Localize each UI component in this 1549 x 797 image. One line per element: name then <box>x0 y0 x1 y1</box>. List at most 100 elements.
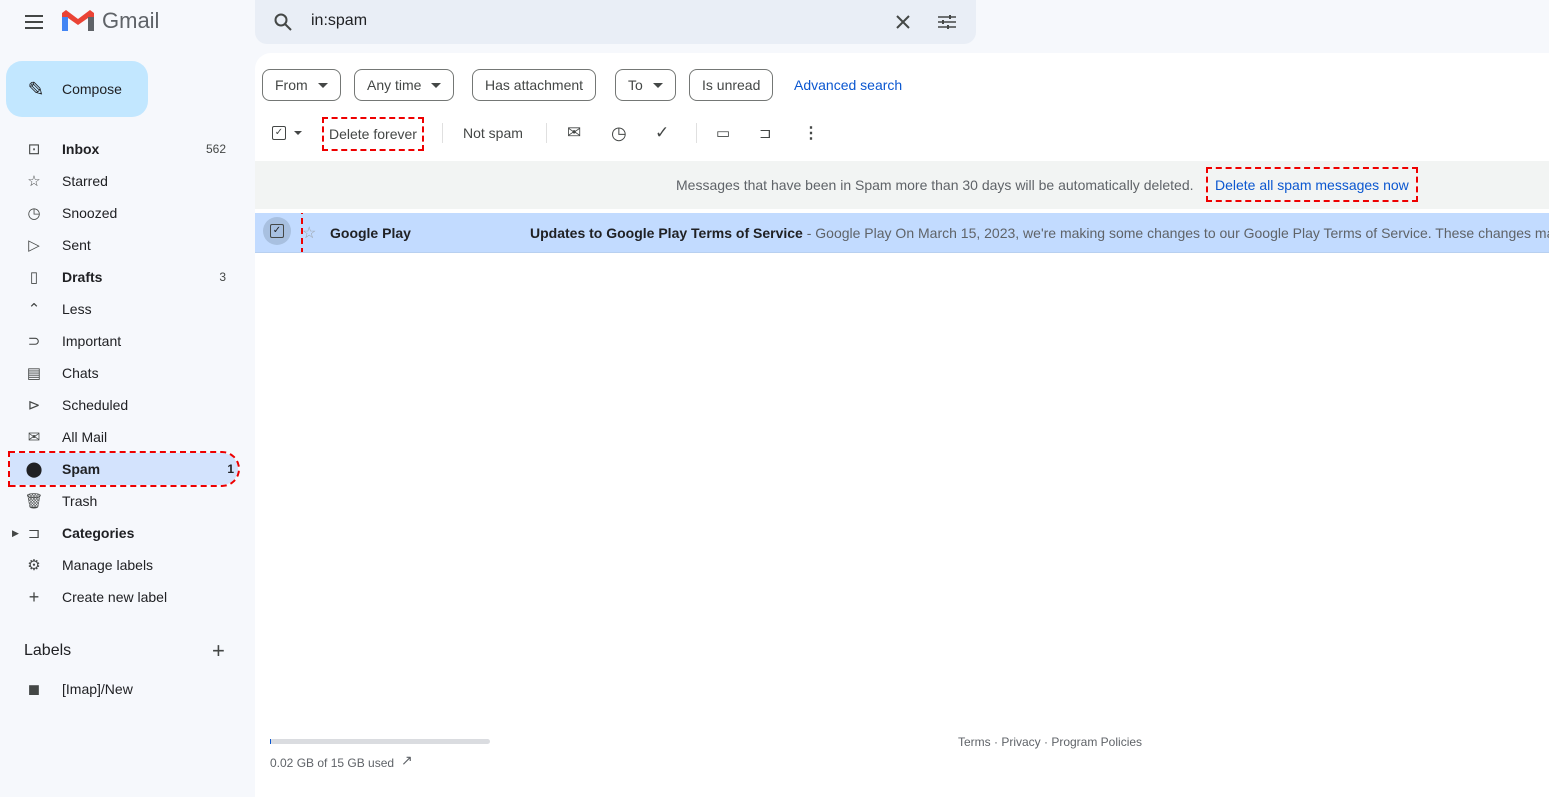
sidebar-item-trash[interactable]: 🗑 Trash <box>10 485 238 517</box>
expand-arrow-icon[interactable]: ▶ <box>12 528 19 539</box>
label-as-icon[interactable]: ⊐ <box>759 121 772 145</box>
label: Inbox <box>62 141 100 157</box>
email-row[interactable]: ✓ ☆ Google Play Updates to Google Play T… <box>255 213 1549 253</box>
count: 562 <box>205 142 226 156</box>
gear-icon: ⚙ <box>27 557 41 574</box>
spam-icon: ⬤ <box>25 461 43 478</box>
storage-text: 0.02 GB of 15 GB used <box>270 756 395 770</box>
sidebar-item-less[interactable]: ⌃ Less <box>10 293 238 325</box>
sidebar-item-all-mail[interactable]: ✉ All Mail <box>10 421 238 453</box>
pencil-icon: ✎ <box>27 78 45 101</box>
add-label-icon[interactable]: + <box>212 638 225 664</box>
email-snippet: - Google Play On March 15, 2023, we're m… <box>802 225 1549 241</box>
label: Less <box>62 301 92 317</box>
label: Starred <box>62 173 108 189</box>
label: To <box>628 77 643 93</box>
sidebar-item-chats[interactable]: ▤ Chats <box>10 357 238 389</box>
delete-all-spam-link[interactable]: Delete all spam messages now <box>1206 167 1418 202</box>
star-icon[interactable]: ☆ <box>302 223 316 243</box>
mark-as-read-icon[interactable]: ✉ <box>567 121 581 145</box>
chat-icon: ▤ <box>26 365 42 382</box>
star-icon: ☆ <box>27 173 41 190</box>
sidebar-item-create-label[interactable]: + Create new label <box>10 581 238 613</box>
toolbar-divider <box>546 123 547 143</box>
open-storage-icon[interactable]: ↗ <box>401 752 413 769</box>
all-mail-icon: ✉ <box>27 429 41 446</box>
compose-button[interactable]: ✎ Compose <box>6 61 148 117</box>
toolbar-divider <box>696 123 697 143</box>
advanced-search-link[interactable]: Advanced search <box>794 77 902 93</box>
sidebar-item-inbox[interactable]: ⊡ Inbox 562 <box>10 133 238 165</box>
filter-to[interactable]: To <box>615 69 676 101</box>
storage-bar-fill <box>270 739 271 744</box>
sidebar-item-categories[interactable]: ▶ ⊐ Categories <box>10 517 238 549</box>
sidebar-item-drafts[interactable]: ▯ Drafts 3 <box>10 261 238 293</box>
search-icon[interactable] <box>271 10 295 34</box>
filter-any-time[interactable]: Any time <box>354 69 455 101</box>
filter-has-attachment[interactable]: Has attachment <box>472 69 597 101</box>
sidebar-item-spam[interactable]: ⬤ Spam 1 <box>8 451 240 487</box>
plus-icon: + <box>28 586 40 607</box>
gmail-logo-icon <box>62 10 94 31</box>
send-icon: ▷ <box>28 237 40 254</box>
label: Trash <box>62 493 98 509</box>
scheduled-icon: ⊳ <box>27 397 41 414</box>
label: Chats <box>62 365 99 381</box>
caret-down-icon <box>431 82 442 88</box>
label: Categories <box>62 525 135 541</box>
clear-search-icon[interactable] <box>891 10 915 34</box>
gmail-logo[interactable]: Gmail <box>62 8 159 34</box>
label: Manage labels <box>62 557 154 573</box>
label: Drafts <box>62 269 103 285</box>
label-icon: ⊐ <box>27 525 41 542</box>
label: Spam <box>62 461 101 477</box>
clock-icon: ◷ <box>27 205 41 222</box>
label: Create new label <box>62 589 168 605</box>
sidebar-item-snoozed[interactable]: ◷ Snoozed <box>10 197 238 229</box>
count: 3 <box>219 270 226 284</box>
label: Is unread <box>702 77 761 93</box>
app-name: Gmail <box>102 8 160 33</box>
spam-banner-text: Messages that have been in Spam more tha… <box>676 177 1194 193</box>
main-menu-icon[interactable] <box>22 10 46 34</box>
caret-down-icon <box>317 82 328 88</box>
delete-forever-button[interactable]: Delete forever <box>322 117 424 151</box>
important-icon: ⊃ <box>27 333 41 350</box>
checkbox-checked-icon: ✓ <box>263 217 291 245</box>
count: 1 <box>227 462 234 476</box>
label: Has attachment <box>485 77 584 93</box>
sidebar-item-starred[interactable]: ☆ Starred <box>10 165 238 197</box>
select-all-checkbox[interactable]: ✓ <box>272 121 302 145</box>
email-sender: Google Play <box>330 225 411 241</box>
label-tag-icon: ◼ <box>27 681 41 698</box>
move-to-icon[interactable]: ▭ <box>716 121 730 145</box>
add-to-tasks-icon[interactable]: ✓ <box>655 121 669 145</box>
snooze-icon[interactable]: ◷ <box>611 121 627 145</box>
sidebar-item-manage-labels[interactable]: ⚙ Manage labels <box>10 549 238 581</box>
more-options-icon[interactable]: ⋮ <box>803 121 819 145</box>
label: Scheduled <box>62 397 129 413</box>
draft-icon: ▯ <box>29 269 39 286</box>
chevron-up-icon: ⌃ <box>27 301 41 318</box>
email-checkbox[interactable]: ✓ <box>255 213 303 252</box>
footer-links[interactable]: Terms · Privacy · Program Policies <box>958 735 1142 749</box>
label: Any time <box>367 77 422 93</box>
search-options-icon[interactable] <box>935 10 959 34</box>
label: Snoozed <box>62 205 118 221</box>
sidebar-item-scheduled[interactable]: ⊳ Scheduled <box>10 389 238 421</box>
label-item-imap-new[interactable]: ◼ [Imap]/New <box>10 673 238 705</box>
filter-from[interactable]: From <box>262 69 341 101</box>
label: Sent <box>62 237 91 253</box>
checkbox-checked-icon: ✓ <box>272 126 286 140</box>
label: Important <box>62 333 122 349</box>
email-subject: Updates to Google Play Terms of Service <box>530 225 803 241</box>
search-input[interactable]: in:spam <box>311 12 367 30</box>
label: [Imap]/New <box>62 681 133 697</box>
toolbar-divider <box>442 123 443 143</box>
not-spam-button[interactable]: Not spam <box>463 121 523 145</box>
search-bar[interactable]: in:spam <box>255 0 976 44</box>
sidebar-item-important[interactable]: ⊃ Important <box>10 325 238 357</box>
sidebar-item-sent[interactable]: ▷ Sent <box>10 229 238 261</box>
filter-is-unread[interactable]: Is unread <box>689 69 774 101</box>
label: All Mail <box>62 429 108 445</box>
